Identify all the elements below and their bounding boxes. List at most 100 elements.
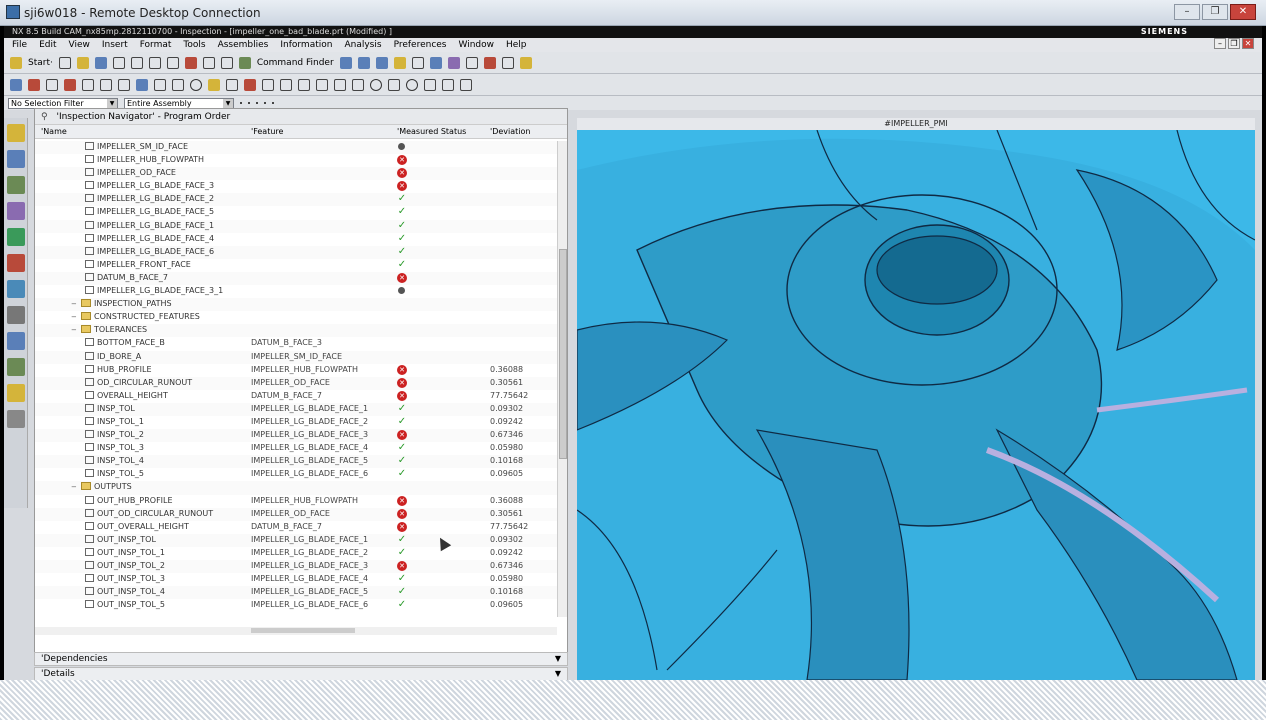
history-icon[interactable] — [7, 306, 25, 324]
menu-edit[interactable]: Edit — [37, 40, 58, 50]
snap-mid-icon[interactable] — [264, 102, 266, 104]
feature-icon[interactable] — [64, 78, 76, 91]
tree-row[interactable]: OVERALL_HEIGHT DATUM_B_FACE_7 ✕ 77.75642 — [35, 390, 557, 403]
hd3d-tools-icon[interactable] — [7, 228, 25, 246]
tree-row[interactable]: OUT_INSP_TOL_4 IMPELLER_LG_BLADE_FACE_5 ✓ 0… — [35, 586, 557, 600]
doc-restore-button[interactable]: ❐ — [1228, 38, 1240, 49]
fit-icon[interactable] — [339, 56, 352, 69]
symmetry-icon[interactable] — [424, 78, 436, 91]
point-icon[interactable] — [82, 78, 94, 91]
minimize-button[interactable]: – — [1174, 4, 1200, 20]
zoom-icon[interactable] — [357, 56, 370, 69]
inspection-create-icon[interactable] — [10, 78, 22, 91]
roundness-icon[interactable] — [370, 78, 382, 91]
snap-icon[interactable] — [465, 56, 478, 69]
menu-assemblies[interactable]: Assemblies — [216, 40, 271, 50]
cylinder-icon[interactable] — [244, 78, 256, 91]
menu-view[interactable]: View — [67, 40, 92, 50]
expand-toggle-icon[interactable]: − — [71, 326, 78, 334]
tree-row[interactable]: OUT_INSP_TOL_3 IMPELLER_LG_BLADE_FACE_4 ✓ 0… — [35, 573, 557, 586]
tree-row[interactable]: IMPELLER_FRONT_FACE ✓ — [35, 259, 557, 272]
redo-icon[interactable] — [220, 56, 233, 69]
process-studio-icon[interactable] — [7, 358, 25, 376]
menu-file[interactable]: File — [10, 40, 29, 50]
tree-row[interactable]: IMPELLER_SM_ID_FACE — [35, 141, 557, 155]
layer-icon[interactable] — [429, 56, 442, 69]
selection-filter-dropdown[interactable]: No Selection Filter ▼ — [8, 97, 118, 109]
plane-icon[interactable] — [136, 78, 148, 91]
menu-help[interactable]: Help — [504, 40, 529, 50]
pin-icon[interactable]: ⚲ — [41, 112, 48, 122]
tree-row[interactable]: ID_BORE_A IMPELLER_SM_ID_FACE — [35, 350, 557, 364]
menu-window[interactable]: Window — [457, 40, 497, 50]
analysis-icon[interactable] — [447, 56, 460, 69]
display-icon[interactable] — [519, 56, 532, 69]
tree-row[interactable]: INSP_TOL IMPELLER_LG_BLADE_FACE_1 ✓ 0.09302 — [35, 402, 557, 416]
tree-row[interactable]: OUT_INSP_TOL IMPELLER_LG_BLADE_FACE_1 ✓ 0.0… — [35, 533, 557, 547]
probe-icon[interactable] — [28, 78, 40, 91]
expand-toggle-icon[interactable]: − — [71, 300, 78, 308]
new-icon[interactable] — [58, 56, 71, 69]
tree-row[interactable]: OD_CIRCULAR_RUNOUT IMPELLER_OD_FACE ✕ 0.305… — [35, 376, 557, 390]
snap-center-icon[interactable] — [272, 102, 274, 104]
position-icon[interactable] — [388, 78, 400, 91]
cone-icon[interactable] — [262, 78, 274, 91]
column-feature[interactable]: 'Feature — [251, 127, 283, 136]
menu-format[interactable]: Format — [138, 40, 174, 50]
select-all-icon[interactable] — [240, 102, 242, 104]
tree-row[interactable]: IMPELLER_LG_BLADE_FACE_3_1 — [35, 285, 557, 298]
vertical-scrollbar[interactable] — [557, 141, 567, 617]
line-icon[interactable] — [100, 78, 112, 91]
tree-row[interactable]: − CONSTRUCTED_FEATURES — [35, 311, 557, 324]
rect-icon[interactable] — [118, 78, 130, 91]
scroll-thumb[interactable] — [251, 628, 355, 633]
tree-row[interactable]: INSP_TOL_4 IMPELLER_LG_BLADE_FACE_5 ✓ 0.101… — [35, 455, 557, 469]
tree-row[interactable]: IMPELLER_LG_BLADE_FACE_1 ✓ — [35, 219, 557, 233]
command-finder-icon[interactable] — [238, 56, 251, 69]
details-panel[interactable]: 'Details ▼ — [34, 667, 568, 681]
tree-row[interactable]: INSP_TOL_3 IMPELLER_LG_BLADE_FACE_4 ✓ 0.059… — [35, 442, 557, 455]
measure-icon[interactable] — [501, 56, 514, 69]
tree-row[interactable]: OUT_INSP_TOL_5 IMPELLER_LG_BLADE_FACE_6 ✓ 0… — [35, 599, 557, 612]
horizontal-scrollbar[interactable] — [35, 627, 557, 635]
roles-icon[interactable] — [7, 384, 25, 402]
system-materials-icon[interactable] — [7, 332, 25, 350]
tree-row[interactable]: INSP_TOL_1 IMPELLER_LG_BLADE_FACE_2 ✓ 0.092… — [35, 416, 557, 429]
parallel-icon[interactable] — [352, 78, 364, 91]
circle-icon[interactable] — [190, 78, 202, 91]
flatness-icon[interactable] — [316, 78, 328, 91]
scroll-thumb[interactable] — [559, 249, 567, 459]
graphics-viewport[interactable] — [577, 130, 1255, 680]
tree-row[interactable]: BOTTOM_FACE_B DATUM_B_FACE_3 — [35, 337, 557, 350]
menu-analysis[interactable]: Analysis — [342, 40, 383, 50]
tree-row[interactable]: IMPELLER_LG_BLADE_FACE_5 ✓ — [35, 206, 557, 219]
tree-row[interactable]: IMPELLER_LG_BLADE_FACE_3 ✕ — [35, 180, 557, 193]
tree-row[interactable]: OUT_OVERALL_HEIGHT DATUM_B_FACE_7 ✕ 77.7564… — [35, 521, 557, 534]
tree-row[interactable]: OUT_OD_CIRCULAR_RUNOUT IMPELLER_OD_FACE ✕ 0… — [35, 507, 557, 521]
grid-icon[interactable] — [46, 78, 58, 91]
assembly-navigator-icon[interactable] — [7, 124, 25, 142]
concentricity-icon[interactable] — [406, 78, 418, 91]
tree-row[interactable]: IMPELLER_HUB_FLOWPATH ✕ — [35, 154, 557, 167]
reuse-library-icon[interactable] — [7, 202, 25, 220]
tree-row[interactable]: HUB_PROFILE IMPELLER_HUB_FLOWPATH ✕ 0.36088 — [35, 364, 557, 377]
expand-toggle-icon[interactable]: − — [71, 313, 78, 321]
profile-icon[interactable] — [460, 78, 472, 91]
print-icon[interactable] — [112, 56, 125, 69]
part-navigator-icon[interactable] — [7, 176, 25, 194]
menu-tools[interactable]: Tools — [181, 40, 207, 50]
tree-row[interactable]: INSP_TOL_5 IMPELLER_LG_BLADE_FACE_6 ✓ 0.096… — [35, 468, 557, 481]
view-icon[interactable] — [411, 56, 424, 69]
tree-row[interactable]: IMPELLER_LG_BLADE_FACE_2 ✓ — [35, 193, 557, 207]
slot-icon[interactable] — [226, 78, 238, 91]
dependencies-panel[interactable]: 'Dependencies ▼ — [34, 652, 568, 666]
rotate-icon[interactable] — [375, 56, 388, 69]
doc-close-button[interactable]: ✕ — [1242, 38, 1254, 49]
close-button[interactable]: ✕ — [1230, 4, 1256, 20]
runout-icon[interactable] — [442, 78, 454, 91]
menu-insert[interactable]: Insert — [100, 40, 130, 50]
menu-preferences[interactable]: Preferences — [392, 40, 449, 50]
tree-row[interactable]: − OUTPUTS — [35, 481, 557, 495]
tree-row[interactable]: DATUM_B_FACE_7 ✕ — [35, 271, 557, 286]
column-name[interactable]: 'Name — [41, 127, 67, 136]
